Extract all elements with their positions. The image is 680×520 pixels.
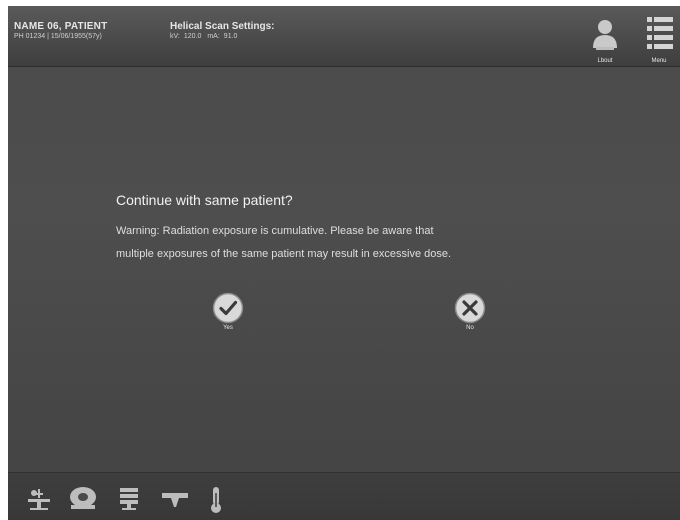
menu-label: Menu <box>651 58 667 64</box>
patient-table-button[interactable] <box>26 485 54 513</box>
patient-id-dob: PH 01234 | 15/06/1955(57y) <box>14 33 102 40</box>
scanner-gantry-button[interactable] <box>68 485 96 513</box>
ma-value: 91.0 <box>223 33 238 40</box>
thermometer-icon <box>211 487 221 513</box>
yes-button[interactable]: Yes <box>208 292 248 338</box>
patient-info: NAME 06, PATIENT PH 01234 | 15/06/1955(5… <box>14 21 107 42</box>
bottom-toolbar <box>8 472 680 520</box>
tube-button[interactable] <box>160 485 188 513</box>
warning-line-2: multiple exposures of the same patient m… <box>116 248 452 260</box>
header-bar: NAME 06, PATIENT PH 01234 | 15/06/1955(5… <box>8 6 680 67</box>
logout-button[interactable]: Lbout <box>588 18 622 64</box>
patient-table-icon <box>28 489 50 510</box>
user-icon <box>593 20 617 50</box>
scan-settings: Helical Scan Settings: kV: 120.0 mA: 91.0 <box>170 21 274 42</box>
check-icon <box>212 292 244 324</box>
no-button[interactable]: No <box>450 292 490 338</box>
no-label: No <box>466 325 474 331</box>
kv-value: 120.0 <box>183 33 202 40</box>
thermometer-button[interactable] <box>208 485 236 513</box>
workstation-icon <box>120 488 138 510</box>
dialog-warning: Warning: Radiation exposure is cumulativ… <box>116 220 606 266</box>
workstation-button[interactable] <box>118 485 146 513</box>
logout-label: Lbout <box>597 58 613 64</box>
scan-settings-values: kV: 120.0 mA: 91.0 <box>170 32 274 42</box>
menu-button[interactable]: Menu <box>640 16 678 64</box>
dialog-title: Continue with same patient? <box>116 192 293 208</box>
kv-label: kV: <box>170 33 180 40</box>
scan-settings-title: Helical Scan Settings: <box>170 21 275 32</box>
yes-label: Yes <box>223 325 233 331</box>
menu-list-icon <box>647 17 673 49</box>
warning-line-1: Warning: Radiation exposure is cumulativ… <box>116 225 434 237</box>
tube-icon <box>162 493 188 507</box>
patient-name: NAME 06, PATIENT <box>14 21 108 32</box>
scanner-gantry-icon <box>70 487 96 509</box>
close-icon <box>454 292 486 324</box>
confirm-dialog: Continue with same patient? Warning: Rad… <box>108 192 608 352</box>
scanner-screen: NAME 06, PATIENT PH 01234 | 15/06/1955(5… <box>8 6 680 520</box>
ma-label: mA: <box>207 33 220 40</box>
